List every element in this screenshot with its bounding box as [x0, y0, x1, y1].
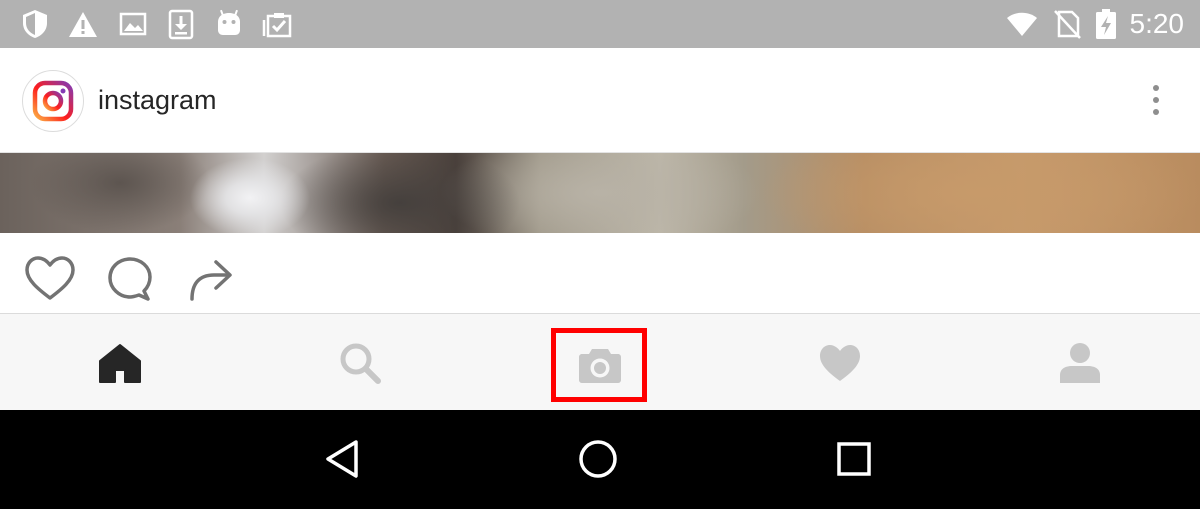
image-icon [118, 8, 148, 40]
android-icon [214, 8, 244, 40]
battery-charging-icon [1094, 8, 1118, 40]
clock-time: 5:20 [1129, 8, 1185, 39]
heart-icon [820, 345, 860, 381]
clipboard-check-icon [262, 8, 292, 40]
home-circle-icon[interactable] [577, 438, 619, 480]
navigation-bar [0, 410, 1200, 509]
tab-home[interactable] [0, 314, 240, 411]
shield-icon [20, 8, 50, 40]
warning-icon [68, 8, 98, 40]
status-bar: 5:20 [0, 0, 1200, 48]
app-screen: 5:20 instagram [0, 0, 1200, 509]
search-icon [340, 343, 381, 384]
post-username[interactable]: instagram [98, 81, 217, 119]
heart-outline-icon[interactable] [24, 255, 76, 303]
post-header: instagram [0, 48, 1200, 153]
tab-profile[interactable] [960, 314, 1200, 411]
wifi-icon [1006, 8, 1038, 40]
post-image[interactable] [0, 153, 1200, 233]
bottom-tab-bar [0, 313, 1200, 411]
no-sim-icon [1052, 8, 1082, 40]
tab-activity[interactable] [720, 314, 960, 411]
recents-icon[interactable] [833, 438, 875, 480]
back-icon[interactable] [321, 438, 363, 480]
more-vertical-icon[interactable] [1146, 82, 1166, 118]
tab-search[interactable] [240, 314, 480, 411]
share-icon[interactable] [184, 255, 236, 303]
post-actions [0, 233, 1200, 313]
avatar[interactable] [22, 70, 84, 132]
home-icon [99, 344, 141, 383]
camera-highlight-box [551, 328, 647, 402]
download-icon [166, 8, 196, 40]
profile-icon [1060, 343, 1100, 383]
instagram-logo-icon [32, 80, 74, 122]
comment-icon[interactable] [106, 255, 158, 303]
